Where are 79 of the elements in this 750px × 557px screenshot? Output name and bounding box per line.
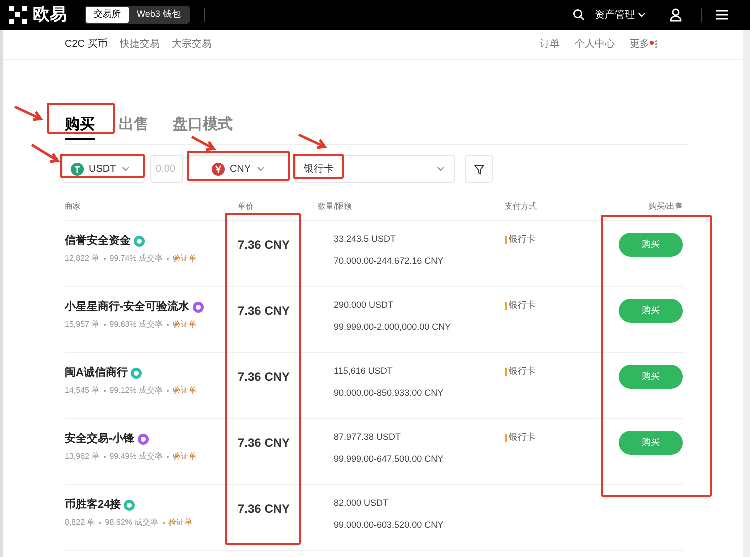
- order-limit: 99,999.00-2,000,000.00 CNY: [334, 320, 452, 334]
- chevron-down-icon: [121, 164, 132, 174]
- completion-rate: 99.63% 成交率: [110, 318, 164, 330]
- completion-rate: 99.74% 成交率: [110, 252, 164, 264]
- user-icon: [669, 8, 683, 22]
- scrollbar[interactable]: [743, 30, 750, 557]
- order-count: 14,545 单: [65, 384, 100, 396]
- mode-tab[interactable]: 购买: [65, 114, 95, 140]
- order-count: 13,962 单: [65, 450, 100, 462]
- merchant-name[interactable]: 小星星商行-安全可验流水: [65, 299, 190, 316]
- order-limit: 99,000.00-603,520.00 CNY: [334, 518, 445, 532]
- search-icon: [573, 9, 585, 21]
- mode-tab[interactable]: Web3 钱包: [129, 7, 189, 23]
- order-limit: 70,000.00-244,672.16 CNY: [334, 254, 445, 268]
- payment-method: 银行卡: [509, 299, 536, 312]
- payment-marker: [505, 368, 507, 376]
- order-count: 12,822 单: [65, 252, 100, 264]
- unit-price: 7.36 CNY: [238, 436, 290, 450]
- available-quantity: 82,000 USDT: [334, 497, 390, 510]
- order-limit: 99,999.00-647,500.00 CNY: [334, 452, 445, 466]
- verified-tag: 验证单: [173, 318, 198, 330]
- payment-method: 银行卡: [509, 431, 536, 444]
- logo-text: 欧易: [33, 4, 67, 26]
- chevron-down-icon: [637, 10, 647, 20]
- completion-rate: 99.49% 成交率: [110, 450, 164, 462]
- available-quantity: 33,243.5 USDT: [334, 233, 398, 246]
- merchant-name[interactable]: 安全交易-小锋: [65, 431, 135, 448]
- available-quantity: 290,000 USDT: [334, 299, 395, 312]
- chevron-down-icon: [436, 164, 446, 174]
- unit-price: 7.36 CNY: [238, 304, 290, 318]
- order-limit: 90,000.00-850,933.00 CNY: [334, 386, 445, 400]
- unit-price: 7.36 CNY: [238, 502, 290, 516]
- available-quantity: 115,616 USDT: [334, 365, 394, 378]
- completion-rate: 99.12% 成交率: [110, 384, 164, 396]
- menu-icon: [716, 10, 728, 20]
- verified-tag: 验证单: [173, 384, 198, 396]
- unit-price: 7.36 CNY: [238, 370, 290, 384]
- payment-marker: [505, 302, 507, 310]
- nav-link[interactable]: 个人中心: [575, 37, 615, 52]
- more-icon: [655, 40, 658, 49]
- tether-icon: [71, 162, 84, 176]
- currency-dropdown[interactable]: USDT: [62, 155, 145, 183]
- assets-menu[interactable]: 资产管理: [595, 8, 647, 22]
- currency-dropdown[interactable]: CNY: [188, 155, 290, 183]
- nav-link[interactable]: C2C 买币: [65, 37, 108, 52]
- available-quantity: 87,977.38 USDT: [334, 431, 402, 444]
- column-header: 商家: [65, 201, 82, 213]
- unit-price: 7.36 CNY: [238, 238, 290, 252]
- chevron-down-icon: [256, 164, 266, 174]
- nav-link[interactable]: 订单: [540, 37, 560, 52]
- order-count: 8,822 单: [65, 516, 96, 528]
- logo-icon: [8, 5, 28, 25]
- filter-icon: [474, 164, 484, 174]
- column-header: 购买/出售: [648, 201, 683, 213]
- merchant-name[interactable]: 闽A诚信商行: [65, 365, 128, 382]
- column-header: 单价: [238, 201, 255, 213]
- yuan-icon: [212, 162, 225, 176]
- payment-marker: [505, 434, 507, 442]
- amount-field[interactable]: 0.00: [150, 155, 183, 183]
- payment-dropdown[interactable]: 银行卡: [295, 155, 455, 183]
- mode-tab[interactable]: 出售: [119, 114, 149, 140]
- nav-link[interactable]: 大宗交易: [172, 37, 212, 52]
- nav-link[interactable]: 快捷交易: [120, 37, 160, 52]
- payment-method: 银行卡: [509, 233, 536, 246]
- payment-method: 银行卡: [509, 365, 536, 378]
- column-header: 数量/限额: [318, 201, 354, 213]
- completion-rate: 98.62% 成交率: [105, 516, 159, 528]
- merchant-name[interactable]: 信誉安全资金: [65, 233, 131, 250]
- payment-marker: [505, 236, 507, 244]
- filter-button[interactable]: [465, 155, 493, 183]
- merchant-name[interactable]: 币胜客24接: [65, 497, 122, 514]
- verified-tag: 验证单: [173, 450, 198, 462]
- verified-tag: 验证单: [173, 252, 198, 264]
- order-count: 15,957 单: [65, 318, 100, 330]
- nav-link[interactable]: 更多: [630, 37, 650, 52]
- verified-tag: 验证单: [168, 516, 193, 528]
- column-header: 支付方式: [505, 201, 538, 213]
- mode-tab[interactable]: 盘口模式: [173, 114, 233, 140]
- mode-tab[interactable]: 交易所: [86, 7, 129, 23]
